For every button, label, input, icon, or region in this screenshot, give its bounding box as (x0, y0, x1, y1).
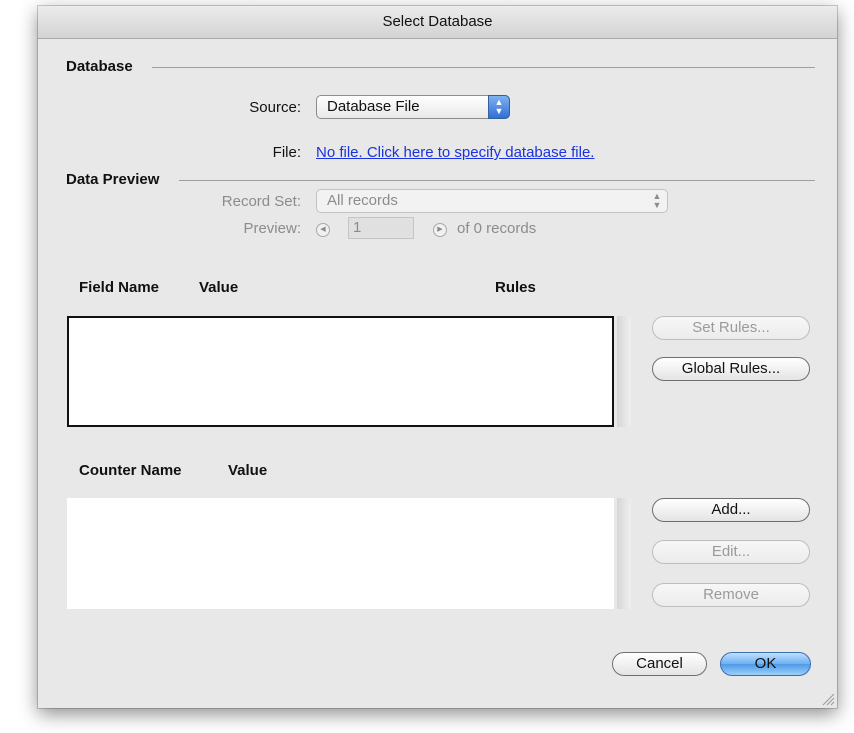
add-counter-button[interactable]: Add... (652, 498, 810, 522)
record-set-popup-value: All records (327, 192, 398, 209)
data-preview-group-label: Data Preview (66, 171, 160, 188)
column-header-counter-value[interactable]: Value (228, 462, 267, 479)
counters-list[interactable] (67, 498, 614, 609)
resize-grip-icon[interactable] (821, 692, 835, 706)
window-title: Select Database (38, 6, 837, 39)
ok-button[interactable]: OK (720, 652, 811, 676)
column-header-field-name[interactable]: Field Name (79, 279, 159, 296)
preview-record-field[interactable]: 1 (348, 217, 414, 239)
data-preview-group-divider (179, 180, 815, 181)
fields-list[interactable] (67, 316, 614, 427)
left-arrow-icon: ◀ (320, 226, 326, 233)
record-count-text: of 0 records (457, 220, 537, 237)
column-header-value[interactable]: Value (199, 279, 238, 296)
right-arrow-icon: ▶ (437, 226, 443, 233)
record-set-popup[interactable]: All records ▲ ▼ (316, 189, 668, 213)
preview-label: Preview: (243, 220, 301, 237)
popup-arrows-icon: ▲ ▼ (488, 95, 510, 119)
edit-counter-button[interactable]: Edit... (652, 540, 810, 564)
source-label: Source: (249, 99, 301, 116)
source-popup-value: Database File (327, 98, 420, 115)
column-header-rules[interactable]: Rules (495, 279, 536, 296)
source-popup[interactable]: Database File ▲ ▼ (316, 95, 510, 119)
set-rules-button[interactable]: Set Rules... (652, 316, 810, 340)
global-rules-button[interactable]: Global Rules... (652, 357, 810, 381)
remove-counter-button[interactable]: Remove (652, 583, 810, 607)
database-group-divider (152, 67, 815, 68)
fields-list-scrollbar[interactable] (617, 316, 631, 427)
cancel-button[interactable]: Cancel (612, 652, 707, 676)
previous-record-button[interactable]: ◀ (316, 223, 330, 237)
specify-database-file-link[interactable]: No file. Click here to specify database … (316, 144, 594, 161)
next-record-button[interactable]: ▶ (433, 223, 447, 237)
counters-list-scrollbar[interactable] (617, 498, 631, 609)
file-label: File: (272, 144, 301, 161)
record-set-label: Record Set: (221, 193, 301, 210)
column-header-counter-name[interactable]: Counter Name (79, 462, 182, 479)
popup-arrows-icon: ▲ ▼ (652, 191, 662, 210)
database-group-label: Database (66, 58, 133, 75)
select-database-dialog: Select Database Database Source: Databas… (38, 6, 837, 708)
